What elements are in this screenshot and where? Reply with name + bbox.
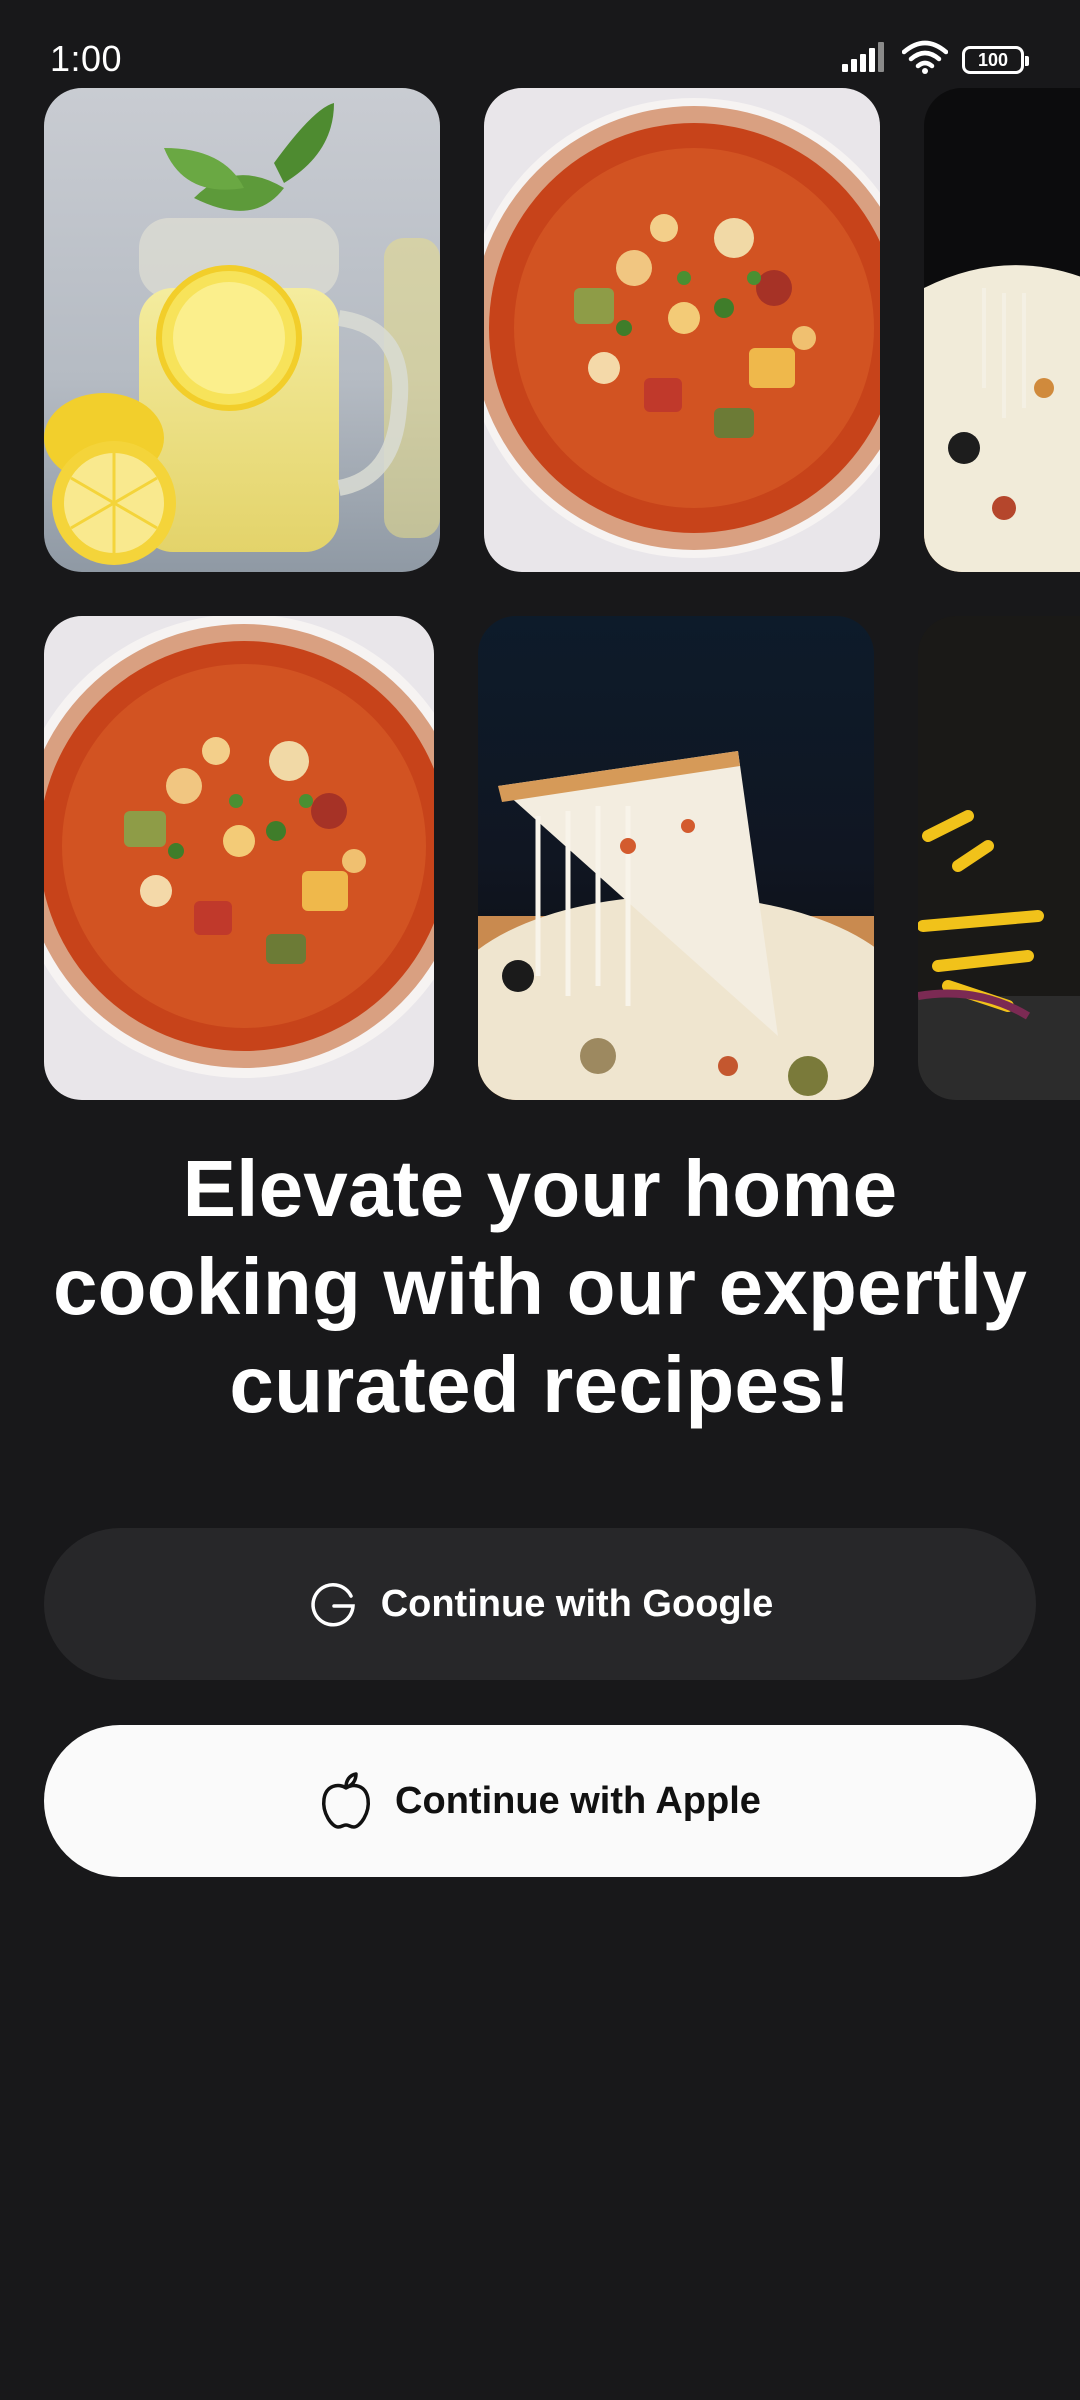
minestrone-soup-image: [484, 88, 880, 572]
wifi-icon: [901, 40, 949, 79]
apple-icon: [319, 1772, 373, 1830]
status-icons: 100: [842, 40, 1029, 79]
status-bar: 1:00 100: [0, 0, 1080, 110]
battery-icon: 100: [962, 45, 1029, 74]
onboarding-headline: Elevate your home cooking with our exper…: [52, 1144, 1028, 1429]
onboarding-screen: 1:00 100 Elevate your home cooking with …: [0, 0, 1080, 2400]
google-button-label: Continue with Google: [380, 1582, 774, 1625]
pizza-image: [924, 88, 1080, 572]
status-time: 1:00: [50, 38, 123, 79]
battery-level: 100: [977, 49, 1009, 70]
google-icon: [307, 1578, 359, 1630]
minestrone-soup-image-2: [44, 616, 434, 1100]
signal-icon: [842, 42, 888, 77]
recipe-image-gallery[interactable]: [0, 0, 1080, 1110]
continue-with-apple-button[interactable]: Continue with Apple: [44, 1725, 1036, 1877]
apple-button-label: Continue with Apple: [395, 1779, 761, 1822]
lemonade-image: [44, 88, 440, 572]
continue-with-google-button[interactable]: Continue with Google: [44, 1528, 1036, 1680]
pasta-image: [918, 616, 1080, 1100]
pizza-slice-image: [478, 616, 874, 1100]
